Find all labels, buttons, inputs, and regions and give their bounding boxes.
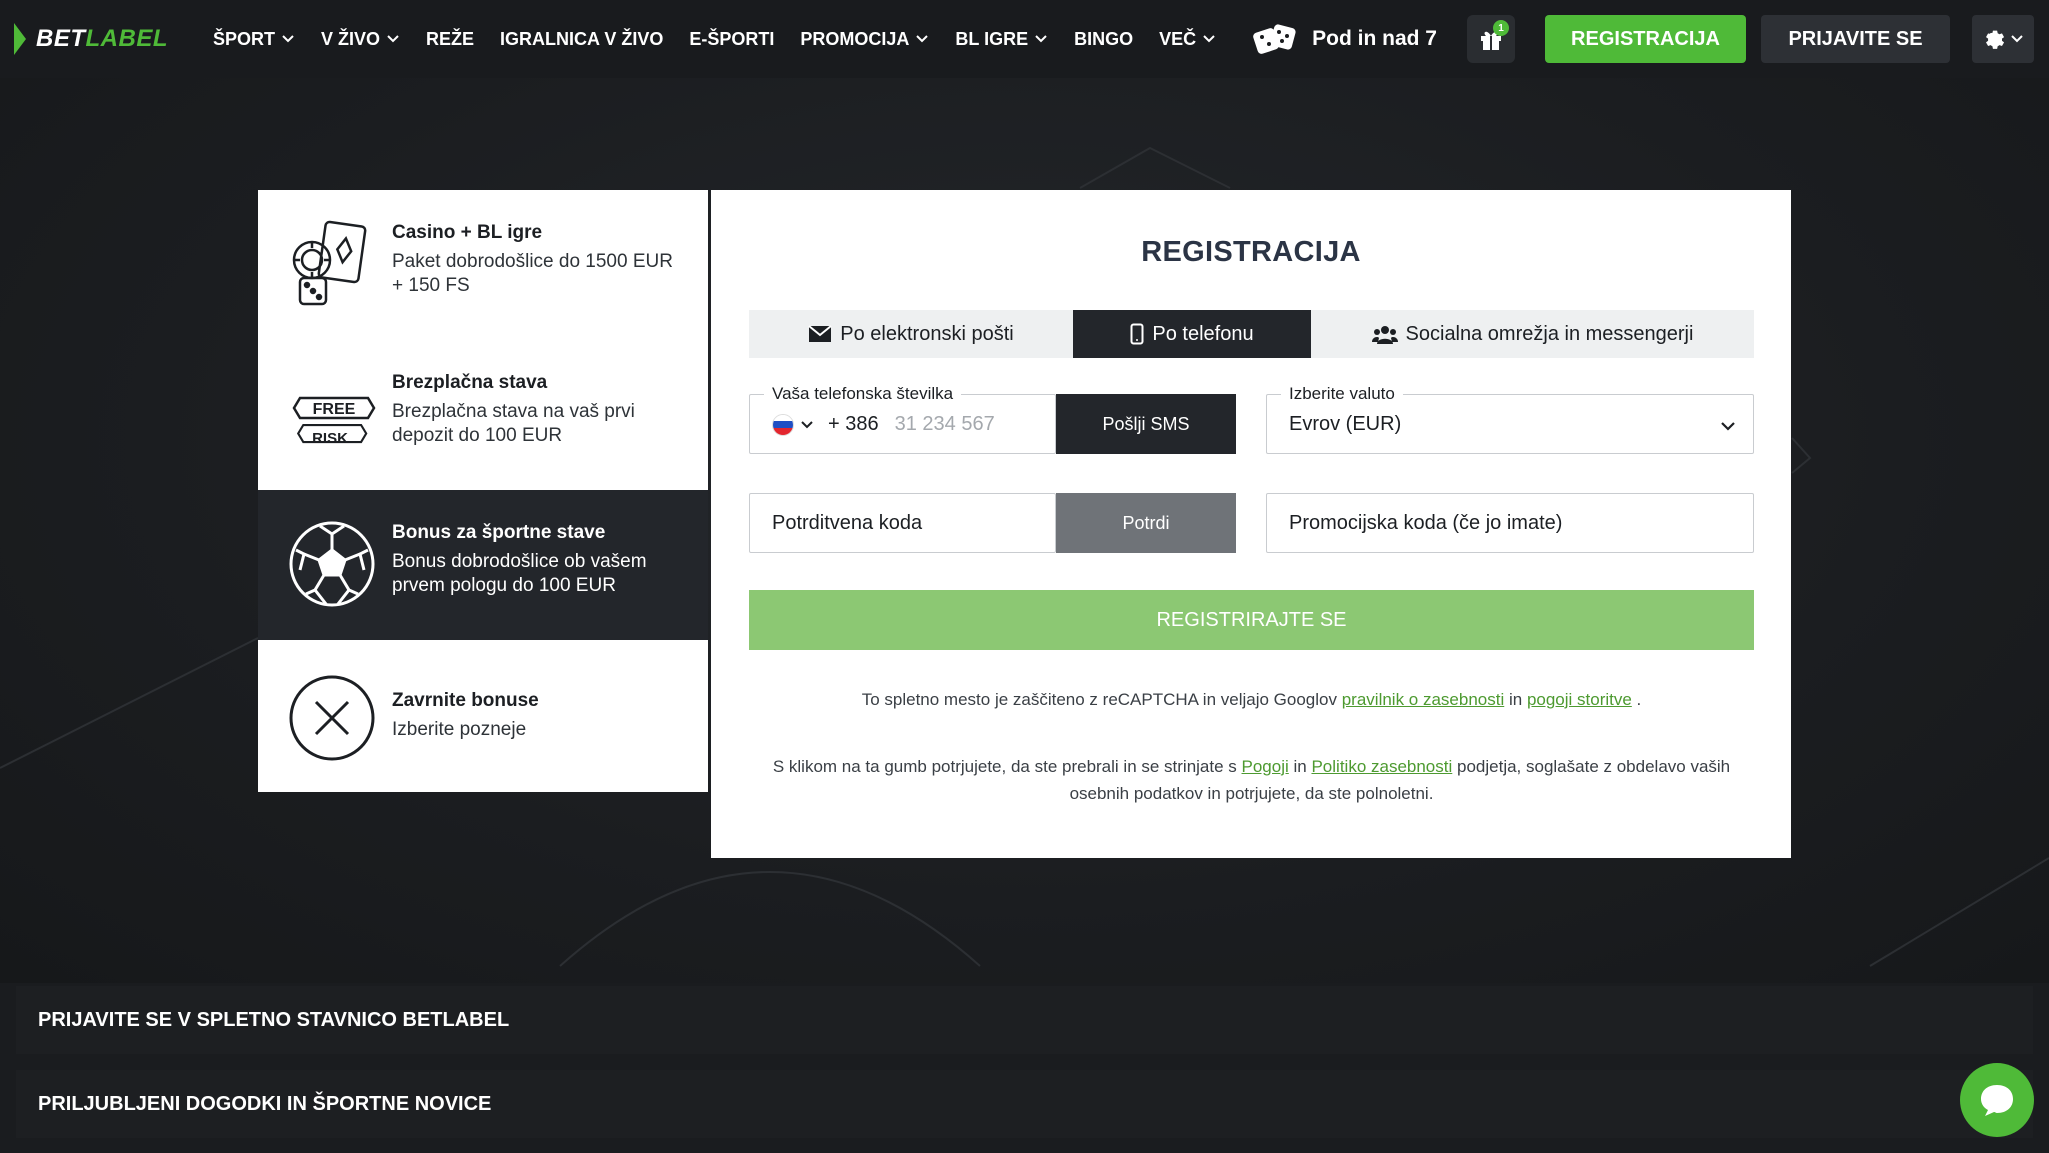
dice-icon bbox=[1253, 24, 1296, 54]
phone-field: Vaša telefonska številka + 386 bbox=[749, 384, 1056, 454]
nav-item-esports[interactable]: E-ŠPORTI bbox=[689, 29, 774, 50]
bonus-title: Brezplačna stava bbox=[392, 372, 548, 393]
tab-email[interactable]: Po elektronski pošti bbox=[749, 310, 1073, 358]
bonus-option-free-bet[interactable]: FREE RISK Brezplačna stava Brezplačna st… bbox=[258, 340, 708, 490]
chevron-down-icon bbox=[2011, 35, 2023, 43]
bonus-selector: Casino + BL igre Paket dobrodošlice do 1… bbox=[258, 190, 708, 792]
settings-button[interactable] bbox=[1972, 15, 2034, 63]
chevron-down-icon bbox=[916, 35, 929, 43]
main-nav: ŠPORT V ŽIVO REŽE IGRALNICA V ŽIVO E-ŠPO… bbox=[213, 0, 1437, 78]
bonus-title: Bonus za športne stave bbox=[392, 522, 606, 543]
registration-tabs: Po elektronski pošti Po telefonu Socialn… bbox=[749, 310, 1754, 358]
currency-value: Evrov (EUR) bbox=[1289, 413, 1402, 435]
confirmation-code-field bbox=[749, 493, 1056, 553]
gift-button[interactable]: 1 bbox=[1467, 15, 1515, 63]
chevron-down-icon bbox=[282, 35, 294, 43]
tab-phone[interactable]: Po telefonu bbox=[1073, 310, 1311, 358]
gift-badge: 1 bbox=[1493, 20, 1509, 36]
phone-icon bbox=[1130, 323, 1144, 345]
privacy-policy-link[interactable]: pravilnik o zasebnosti bbox=[1342, 690, 1505, 709]
confirmation-code-input[interactable] bbox=[772, 512, 1032, 535]
phone-input[interactable] bbox=[894, 413, 1025, 436]
confirm-code-button[interactable]: Potrdi bbox=[1056, 493, 1236, 553]
top-header: BETLABEL ŠPORT V ŽIVO REŽE IGRALNICA V Ž… bbox=[0, 0, 2049, 78]
terms-of-service-link[interactable]: pogoji storitve bbox=[1527, 690, 1632, 709]
close-circle-icon bbox=[289, 675, 375, 761]
bonus-description: Paket dobrodošlice do 1500 EUR + 150 FS bbox=[392, 251, 673, 296]
free-risk-icon: FREE RISK bbox=[292, 396, 376, 447]
bonus-option-sports[interactable]: Bonus za športne stave Bonus dobrodošlic… bbox=[258, 490, 708, 640]
envelope-icon bbox=[808, 325, 832, 342]
nav-item-more[interactable]: VEČ bbox=[1159, 29, 1216, 50]
chevron-down-icon[interactable] bbox=[800, 418, 814, 432]
bonus-title: Zavrnite bonuse bbox=[392, 690, 539, 711]
logo-mark-icon bbox=[14, 23, 26, 55]
nav-item-sport[interactable]: ŠPORT bbox=[213, 29, 295, 50]
section-popular-events[interactable]: PRILJUBLJENI DOGODKI IN ŠPORTNE NOVICE bbox=[16, 1070, 2033, 1138]
phone-prefix: + 386 bbox=[828, 413, 879, 435]
bonus-description: Brezplačna stava na vaš prvi depozit do … bbox=[392, 401, 635, 446]
privacy-link[interactable]: Politiko zasebnosti bbox=[1311, 757, 1452, 776]
header-register-button[interactable]: REGISTRACIJA bbox=[1545, 15, 1746, 63]
terms-link[interactable]: Pogoji bbox=[1242, 757, 1289, 776]
phone-legend: Vaša telefonska številka bbox=[764, 384, 962, 404]
form-title: REGISTRACIJA bbox=[1141, 236, 1361, 268]
nav-item-reze[interactable]: REŽE bbox=[426, 29, 474, 50]
bonus-title: Casino + BL igre bbox=[392, 222, 543, 243]
currency-select[interactable]: Izberite valuto Evrov (EUR) bbox=[1266, 384, 1754, 454]
promo-code-field bbox=[1266, 493, 1754, 553]
currency-legend: Izberite valuto bbox=[1281, 384, 1403, 404]
slovenia-flag-icon[interactable] bbox=[772, 413, 794, 436]
betlabel-logo[interactable]: BETLABEL bbox=[14, 22, 168, 56]
chat-button[interactable] bbox=[1960, 1063, 2034, 1137]
bonus-option-decline[interactable]: Zavrnite bonuse Izberite pozneje bbox=[258, 640, 708, 790]
consent-note: S klikom na ta gumb potrjujete, da ste p… bbox=[772, 757, 1731, 803]
chevron-down-icon bbox=[1035, 35, 1047, 43]
chevron-down-icon bbox=[387, 35, 399, 43]
tab-social[interactable]: Socialna omrežja in messengerji bbox=[1311, 310, 1754, 358]
nav-item-bl-games[interactable]: BL IGRE bbox=[955, 29, 1048, 50]
soccer-ball-icon bbox=[289, 521, 375, 607]
casino-chips-icon bbox=[292, 220, 367, 306]
gear-icon bbox=[1986, 30, 2005, 49]
logo-text: BETLABEL bbox=[36, 25, 168, 52]
promo-code-input[interactable] bbox=[1289, 512, 1729, 535]
nav-item-live[interactable]: V ŽIVO bbox=[321, 29, 400, 50]
chevron-down-icon bbox=[1203, 35, 1215, 43]
registration-form: REGISTRACIJA Po elektronski pošti Po tel… bbox=[711, 190, 1791, 858]
send-sms-button[interactable]: Pošlji SMS bbox=[1056, 394, 1236, 454]
recaptcha-note: To spletno mesto je zaščiteno z reCAPTCH… bbox=[861, 690, 1642, 709]
svg-text:FREE: FREE bbox=[313, 401, 356, 418]
bonus-description: Izberite pozneje bbox=[392, 719, 527, 740]
nav-item-live-casino[interactable]: IGRALNICA V ŽIVO bbox=[500, 29, 663, 50]
nav-item-dice-promo[interactable]: Pod in nad 7 bbox=[1252, 22, 1437, 56]
bonus-option-casino[interactable]: Casino + BL igre Paket dobrodošlice do 1… bbox=[258, 190, 708, 340]
nav-item-promotions[interactable]: PROMOCIJA bbox=[800, 29, 929, 50]
chat-bubble-icon bbox=[1981, 1085, 2013, 1116]
chevron-down-icon bbox=[1721, 422, 1735, 431]
header-login-button[interactable]: PRIJAVITE SE bbox=[1761, 15, 1950, 63]
bonus-description: Bonus dobrodošlice ob vašem prvem pologu… bbox=[392, 551, 647, 596]
users-icon bbox=[1371, 326, 1398, 344]
section-login-betlabel[interactable]: PRIJAVITE SE V SPLETNO STAVNICO BETLABEL bbox=[16, 986, 2033, 1054]
nav-item-bingo[interactable]: BINGO bbox=[1074, 29, 1133, 50]
svg-text:RISK: RISK bbox=[312, 430, 348, 447]
submit-register-button[interactable]: REGISTRIRAJTE SE bbox=[749, 590, 1754, 650]
